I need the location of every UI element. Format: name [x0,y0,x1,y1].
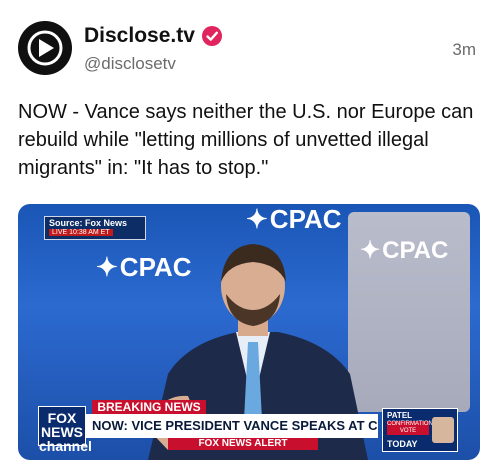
post-text: NOW - Vance says neither the U.S. nor Eu… [18,101,474,179]
post-media-image[interactable]: ✦CPAC ✦CPAC ✦CPAC Source: Fox News LIVE … [18,204,480,460]
breaking-news-label: BREAKING NEWS [92,400,206,414]
today-name: PATEL [387,411,413,420]
network-logo: FOX NEWS channel [38,406,92,453]
news-alert-label: FOX NEWS ALERT [168,438,318,450]
news-headline: NOW: VICE PRESIDENT VANCE SPEAKS AT CPAC [86,414,378,438]
today-tag: CONFIRMATION VOTE [387,421,433,435]
today-label: TODAY [387,439,418,449]
display-name[interactable]: Disclose.tv [84,24,195,48]
author-handle[interactable]: @disclosetv [84,54,223,74]
source-label: Source: Fox News [49,218,128,228]
news-lower-third: FOX NEWS channel BREAKING NEWS NOW: VICE… [18,390,480,460]
author-names: Disclose.tv @disclosetv [84,24,223,74]
today-box: PATEL CONFIRMATION VOTE TODAY [382,408,458,452]
display-name-row: Disclose.tv [84,24,223,48]
portrait-thumbnail [432,417,454,443]
verified-badge-icon [201,25,223,47]
post-header: Disclose.tv @disclosetv 3m [18,18,488,86]
avatar[interactable] [18,21,72,75]
disclose-play-logo-icon [27,30,63,66]
post-timestamp[interactable]: 3m [452,40,476,60]
live-tag: LIVE 10:38 AM ET [49,229,113,236]
